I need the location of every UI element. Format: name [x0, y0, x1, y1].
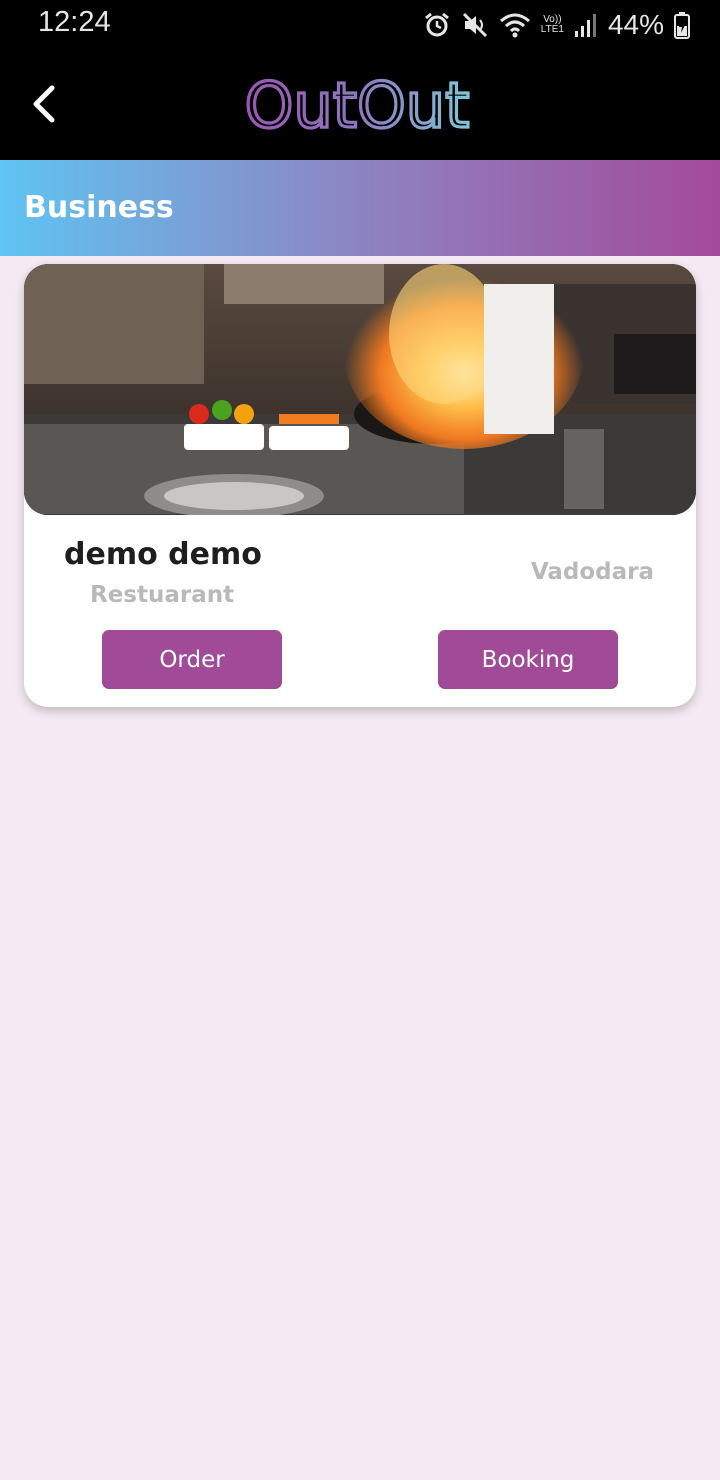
order-button[interactable]: Order	[102, 630, 282, 689]
status-time: 12:24	[38, 6, 111, 38]
signal-icon	[574, 14, 596, 37]
business-name: demo demo	[64, 537, 262, 572]
back-button[interactable]	[22, 78, 72, 130]
alarm-icon	[424, 12, 449, 37]
business-image	[24, 264, 696, 515]
battery-icon	[674, 12, 690, 39]
lte-indicator: Vo)) LTE1	[540, 14, 564, 35]
battery-percent: 44%	[607, 9, 664, 40]
app-bar: OutOut	[0, 50, 720, 160]
business-city: Vadodara	[530, 559, 654, 585]
status-bar: 12:24 Vo)) LTE1 44%	[0, 0, 720, 50]
business-category: Restuarant	[90, 582, 235, 608]
booking-button[interactable]: Booking	[438, 630, 618, 689]
logo-text: OutOut	[245, 72, 470, 138]
business-card[interactable]: demo demo Restuarant Vadodara Order Book…	[24, 264, 696, 707]
wifi-icon	[499, 13, 530, 38]
app-logo: OutOut	[243, 72, 471, 138]
chevron-left-icon	[33, 85, 55, 123]
status-icons: Vo)) LTE1 44%	[423, 8, 690, 42]
mute-icon	[462, 12, 487, 38]
section-title: Business	[24, 190, 174, 225]
section-header: Business	[0, 160, 720, 256]
